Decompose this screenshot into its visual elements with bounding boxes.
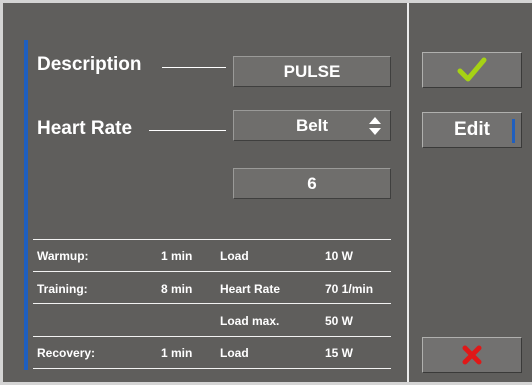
- row-separator: [33, 336, 391, 337]
- frame-top: [0, 0, 532, 3]
- value-cell: 50 W: [325, 314, 354, 328]
- param-cell: Load max.: [220, 314, 280, 328]
- duration-cell: 8 min: [161, 282, 193, 296]
- table-bottom-line: [33, 368, 391, 369]
- focus-accent-bar: [24, 40, 28, 370]
- confirm-button[interactable]: [422, 52, 522, 88]
- phase-cell: Recovery:: [37, 346, 96, 360]
- param-cell: Load: [220, 346, 249, 360]
- param-cell: Heart Rate: [220, 282, 281, 296]
- row-separator: [33, 303, 391, 304]
- heart-rate-value: Belt: [295, 115, 329, 135]
- description-value: PULSE: [283, 61, 341, 81]
- param-cell: Load: [220, 249, 249, 263]
- heart-rate-label: Heart Rate: [37, 118, 133, 139]
- row-separator: [33, 271, 391, 272]
- heart-rate-leader-line: [149, 130, 226, 131]
- cancel-button[interactable]: [422, 337, 522, 373]
- x-icon: [462, 345, 482, 365]
- edit-button[interactable]: Edit: [422, 112, 522, 148]
- number-field[interactable]: 6: [233, 168, 391, 199]
- heart-rate-select[interactable]: Belt: [233, 110, 391, 141]
- number-value: 6: [307, 173, 317, 193]
- phase-cell: Training:: [37, 282, 88, 296]
- phase-cell: Warmup:: [37, 249, 89, 263]
- checkmark-icon: [457, 57, 487, 82]
- description-label: Description: [37, 54, 142, 75]
- duration-cell: 1 min: [161, 249, 193, 263]
- value-cell: 15 W: [325, 346, 354, 360]
- value-cell: 70 1/min: [325, 282, 374, 296]
- value-cell: 10 W: [325, 249, 354, 263]
- table-top-line: [33, 239, 391, 240]
- screen: Description PULSE Heart Rate Belt 6 Warm…: [0, 0, 532, 385]
- frame-left: [0, 0, 3, 385]
- panel-divider: [407, 3, 409, 382]
- edit-button-label: Edit: [454, 119, 490, 140]
- description-leader-line: [162, 67, 226, 68]
- duration-cell: 1 min: [161, 346, 193, 360]
- up-down-arrows-icon[interactable]: [368, 116, 382, 136]
- edit-focus-accent: [512, 119, 515, 143]
- description-field[interactable]: PULSE: [233, 56, 391, 87]
